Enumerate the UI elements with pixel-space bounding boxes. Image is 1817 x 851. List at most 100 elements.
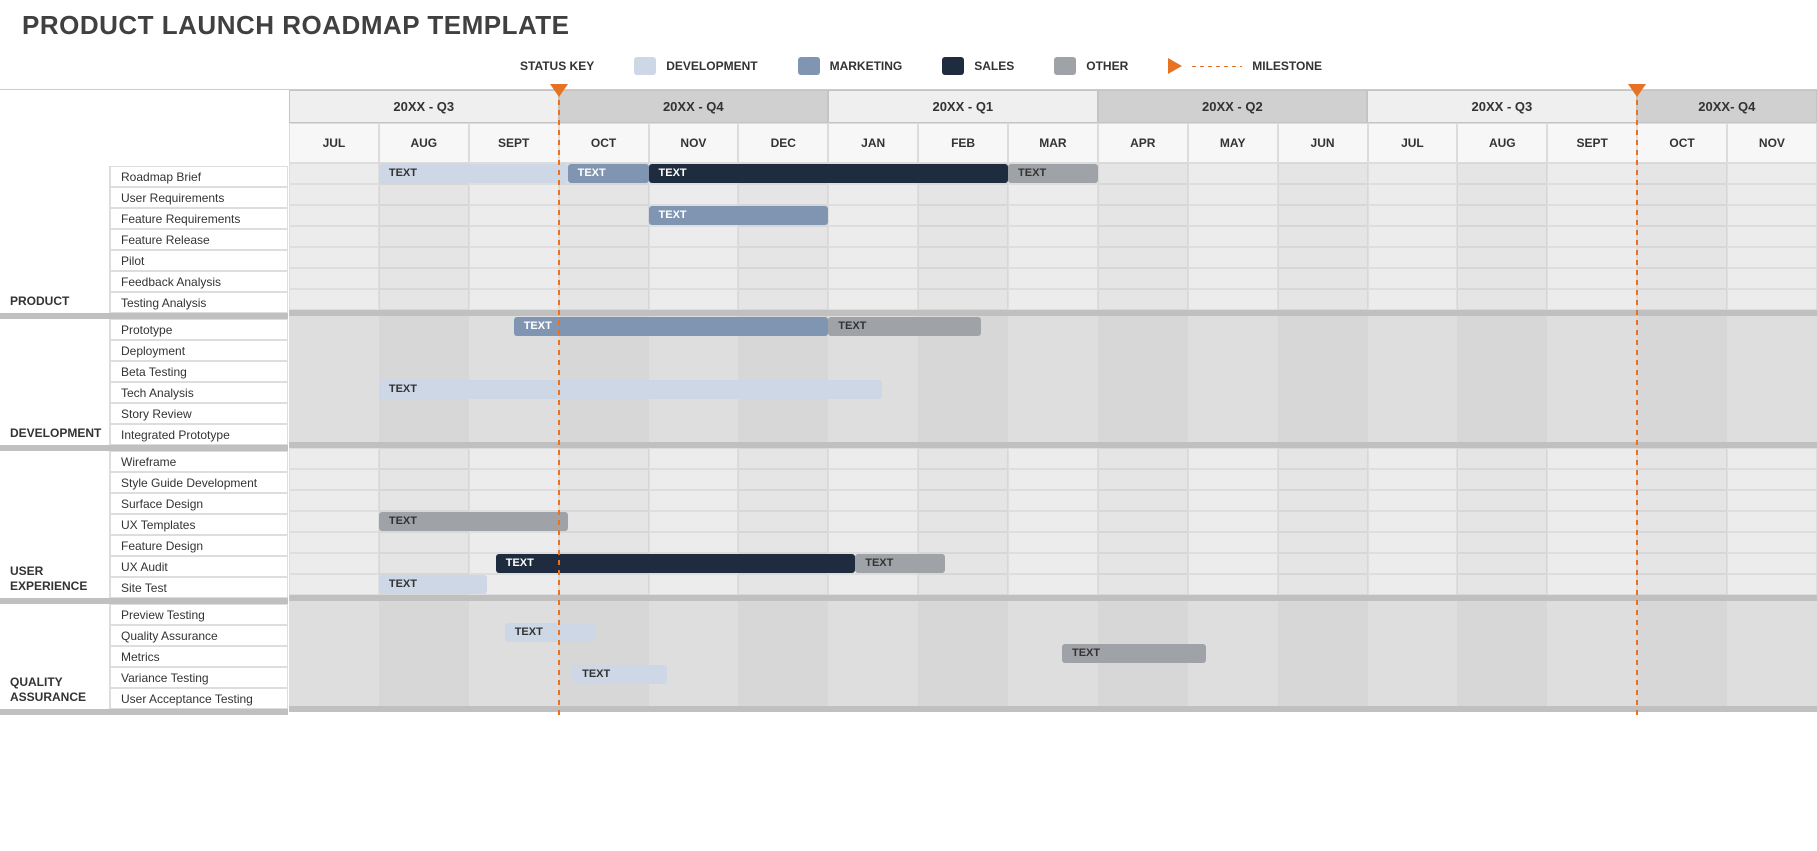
timeline-cell[interactable] [1457,685,1547,706]
timeline-cell[interactable] [828,490,918,511]
timeline-cell[interactable] [1008,400,1098,421]
timeline-cell[interactable] [918,421,1008,442]
timeline-cell[interactable] [1278,553,1368,574]
timeline-cell[interactable] [1368,184,1458,205]
timeline-cell[interactable] [1457,601,1547,622]
timeline-cell[interactable] [1008,247,1098,268]
timeline-cell[interactable] [1098,664,1188,685]
timeline-cell[interactable] [1637,574,1727,595]
timeline-cell[interactable] [559,289,649,310]
timeline-cell[interactable] [649,358,739,379]
timeline-cell[interactable] [1008,601,1098,622]
timeline-cell[interactable] [469,532,559,553]
timeline-cell[interactable] [1278,184,1368,205]
timeline-cell[interactable] [379,268,469,289]
timeline-cell[interactable] [1368,511,1458,532]
timeline-cell[interactable] [918,685,1008,706]
timeline-cell[interactable] [1008,622,1098,643]
timeline-cell[interactable] [1637,358,1727,379]
timeline-cell[interactable] [918,247,1008,268]
timeline-cell[interactable] [1188,685,1278,706]
timeline-cell[interactable] [1637,553,1727,574]
timeline-cell[interactable] [1637,379,1727,400]
timeline-cell[interactable] [738,358,828,379]
timeline-cell[interactable] [1547,622,1637,643]
timeline-cell[interactable] [828,289,918,310]
timeline-cell[interactable] [1098,226,1188,247]
timeline-cell[interactable] [738,622,828,643]
timeline-cell[interactable] [1637,184,1727,205]
gantt-bar[interactable]: TEXT [1062,644,1206,663]
timeline-cell[interactable] [918,226,1008,247]
timeline-cell[interactable] [1547,685,1637,706]
timeline-cell[interactable] [289,511,379,532]
timeline-cell[interactable] [1188,289,1278,310]
timeline-cell[interactable] [1368,553,1458,574]
timeline-cell[interactable] [1368,247,1458,268]
timeline-cell[interactable] [1278,400,1368,421]
timeline-cell[interactable] [1457,205,1547,226]
timeline-cell[interactable] [828,601,918,622]
timeline-cell[interactable] [649,268,739,289]
timeline-cell[interactable] [918,490,1008,511]
timeline-cell[interactable] [1457,469,1547,490]
timeline-cell[interactable] [738,511,828,532]
timeline-cell[interactable] [649,289,739,310]
timeline-cell[interactable] [1278,469,1368,490]
timeline-cell[interactable] [289,379,379,400]
timeline-cell[interactable] [1457,268,1547,289]
timeline-cell[interactable] [379,622,469,643]
timeline-cell[interactable] [1188,268,1278,289]
timeline-cell[interactable] [1368,226,1458,247]
gantt-bar[interactable]: TEXT [379,512,568,531]
timeline-cell[interactable] [1368,316,1458,337]
timeline-cell[interactable] [1278,490,1368,511]
timeline-cell[interactable] [1547,316,1637,337]
timeline-cell[interactable] [379,448,469,469]
timeline-cell[interactable] [1457,163,1547,184]
timeline-cell[interactable] [1098,448,1188,469]
timeline-cell[interactable] [1008,205,1098,226]
timeline-cell[interactable] [289,400,379,421]
timeline-cell[interactable] [469,643,559,664]
timeline-cell[interactable] [289,316,379,337]
timeline-cell[interactable] [1278,268,1368,289]
timeline-cell[interactable] [1547,532,1637,553]
timeline-cell[interactable] [1008,490,1098,511]
timeline-cell[interactable] [1188,664,1278,685]
timeline-cell[interactable] [1368,379,1458,400]
timeline-cell[interactable] [1008,226,1098,247]
timeline-cell[interactable] [649,448,739,469]
timeline-cell[interactable] [1278,358,1368,379]
gantt-bar[interactable]: TEXT [649,206,829,225]
timeline-cell[interactable] [1457,358,1547,379]
timeline-cell[interactable] [1457,316,1547,337]
timeline-cell[interactable] [1098,316,1188,337]
timeline-cell[interactable] [1637,601,1727,622]
gantt-bar[interactable]: TEXT [828,317,981,336]
timeline-cell[interactable] [1727,685,1817,706]
timeline-cell[interactable] [918,664,1008,685]
timeline-cell[interactable] [1188,622,1278,643]
timeline-cell[interactable] [289,685,379,706]
timeline-cell[interactable] [1547,400,1637,421]
timeline-cell[interactable] [1547,268,1637,289]
timeline-cell[interactable] [1008,469,1098,490]
timeline-cell[interactable] [379,184,469,205]
timeline-cell[interactable] [1368,664,1458,685]
timeline-cell[interactable] [649,184,739,205]
timeline-cell[interactable] [828,184,918,205]
timeline-cell[interactable] [379,337,469,358]
timeline-cell[interactable] [1727,421,1817,442]
timeline-cell[interactable] [469,400,559,421]
timeline-cell[interactable] [1457,337,1547,358]
timeline-cell[interactable] [1098,601,1188,622]
timeline-cell[interactable] [649,532,739,553]
timeline-cell[interactable] [1727,184,1817,205]
timeline-cell[interactable] [1278,574,1368,595]
timeline-cell[interactable] [1727,289,1817,310]
timeline-cell[interactable] [1368,643,1458,664]
timeline-cell[interactable] [469,184,559,205]
timeline-cell[interactable] [559,268,649,289]
timeline-cell[interactable] [1278,316,1368,337]
